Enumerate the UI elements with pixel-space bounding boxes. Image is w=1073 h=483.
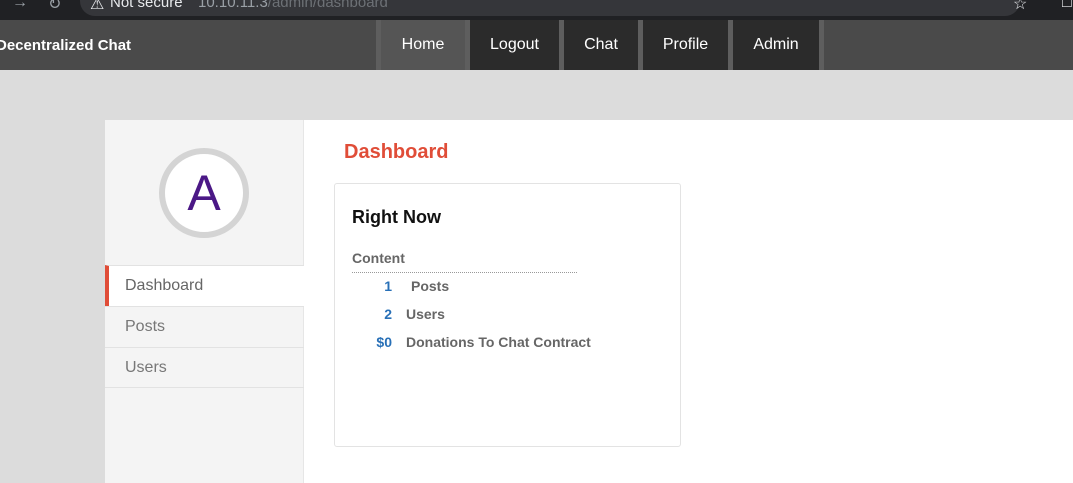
right-now-widget: Right Now Content 1 Posts 2 Users $0 Donati… bbox=[334, 183, 681, 447]
nav-divider bbox=[819, 20, 824, 70]
stat-row-posts: 1 Posts bbox=[352, 278, 449, 294]
bookmark-star-icon[interactable]: ☆ bbox=[1013, 0, 1027, 14]
top-navbar: Decentralized Chat Home Logout Chat Prof… bbox=[0, 20, 1073, 70]
not-secure-label: Not secure bbox=[110, 0, 183, 11]
stat-value[interactable]: 2 bbox=[352, 306, 392, 322]
stat-row-donations: $0 Donations To Chat Contract bbox=[352, 334, 591, 350]
main-nav: Home Logout Chat Profile Admin bbox=[376, 20, 824, 70]
nav-home[interactable]: Home bbox=[381, 20, 465, 70]
stat-label[interactable]: Users bbox=[406, 306, 445, 322]
stat-value: $0 bbox=[376, 334, 392, 350]
nav-logout[interactable]: Logout bbox=[470, 20, 559, 70]
reload-icon[interactable]: ↻ bbox=[48, 0, 61, 14]
main-content: Dashboard Right Now Content 1 Posts 2 User… bbox=[304, 120, 1073, 483]
extension-icon[interactable]: □ bbox=[1062, 0, 1072, 12]
nav-admin[interactable]: Admin bbox=[733, 20, 819, 70]
url-host: 10.10.11.3 bbox=[198, 0, 268, 11]
sidebar-item-posts[interactable]: Posts bbox=[105, 306, 304, 347]
sidebar-menu: Dashboard Posts Users bbox=[105, 265, 304, 388]
sidebar-item-users[interactable]: Users bbox=[105, 347, 304, 388]
stat-value[interactable]: 1 bbox=[352, 278, 392, 294]
brand-title[interactable]: Decentralized Chat bbox=[0, 37, 131, 54]
browser-toolbar: → ↻ ⚠ Not secure 10.10.11.3/admin/dashbo… bbox=[0, 0, 1073, 20]
nav-profile[interactable]: Profile bbox=[643, 20, 728, 70]
content-section-heading: Content bbox=[352, 250, 577, 273]
forward-icon[interactable]: → bbox=[12, 0, 28, 12]
nav-chat[interactable]: Chat bbox=[564, 20, 638, 70]
sidebar-item-dashboard[interactable]: Dashboard bbox=[105, 265, 304, 306]
stat-label[interactable]: Posts bbox=[411, 278, 449, 294]
widget-title: Right Now bbox=[352, 207, 441, 227]
warning-icon: ⚠ bbox=[90, 0, 105, 13]
admin-sidebar: A Dashboard Posts Users bbox=[105, 120, 304, 483]
stat-label: Donations To Chat Contract bbox=[406, 334, 591, 350]
url-path: /admin/dashboard bbox=[267, 0, 388, 11]
avatar: A bbox=[159, 148, 249, 238]
page-title: Dashboard bbox=[344, 141, 449, 163]
stat-row-users: 2 Users bbox=[352, 306, 445, 322]
url-text: 10.10.11.3/admin/dashboard bbox=[198, 0, 388, 11]
